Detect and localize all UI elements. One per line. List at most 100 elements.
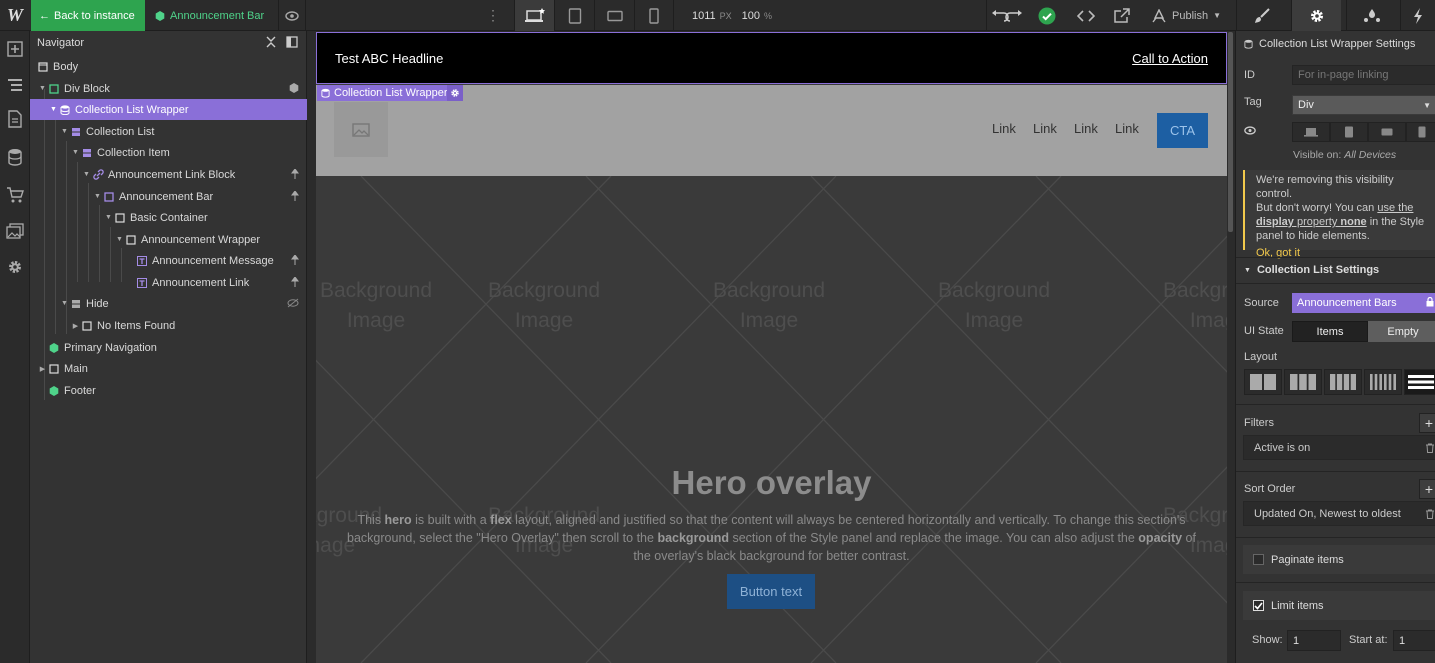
breakpoint-landscape-button[interactable] [594,0,634,31]
webflow-logo-icon[interactable]: W [0,0,30,31]
hero-heading[interactable]: Hero overlay [316,464,1227,502]
tree-item-announcement-bar[interactable]: ▼ Announcement Bar [30,186,307,207]
hero-button[interactable]: Button text [727,574,815,609]
hero-paragraph[interactable]: This hero is built with a flex layout, a… [344,511,1199,565]
tree-item-collection-item[interactable]: ▼ Collection Item [30,142,307,163]
tree-item-collection-list-wrapper[interactable]: ▼ Collection List Wrapper [30,99,307,120]
image-placeholder-icon[interactable] [334,102,388,157]
tab-lightning[interactable] [1400,0,1435,31]
assets-button[interactable] [0,217,30,245]
tree-item-div-block[interactable]: ▼ Div Block [30,78,307,99]
tree-item-primary-navigation[interactable]: Primary Navigation [30,337,307,358]
caret-down-icon[interactable]: ▼ [82,171,91,178]
tab-interactions[interactable] [1346,0,1396,31]
component-tab[interactable]: Announcement Bar [145,0,277,31]
sort-item[interactable]: Updated On, Newest to oldest [1243,501,1435,526]
nav-link[interactable]: Link [992,121,1016,136]
limit-items-row[interactable]: Limit items [1243,591,1435,620]
announcement-cta-link[interactable]: Call to Action [1132,51,1208,66]
width-value[interactable]: 1011 [692,10,716,22]
ui-state-empty-button[interactable]: Empty [1368,321,1435,342]
trash-icon[interactable] [1426,443,1434,456]
dock-panel-icon[interactable] [286,36,298,51]
caret-right-icon[interactable]: ▶ [71,322,80,330]
collapse-all-icon[interactable] [266,36,276,51]
trash-icon[interactable] [1426,509,1434,522]
tree-item-no-items-found[interactable]: ▶ No Items Found [30,315,307,336]
publish-button[interactable]: Publish ▼ [1145,0,1235,31]
layout-4-columns-button[interactable] [1324,369,1362,395]
hero-section[interactable]: Background Image Background Image Backgrou… [316,176,1227,663]
notice-link[interactable]: none [1340,216,1366,228]
back-to-instance-button[interactable]: ← Back to instance [31,0,145,31]
caret-down-icon[interactable]: ▼ [38,85,47,92]
tree-item-announcement-link-block[interactable]: ▼ Announcement Link Block [30,164,307,185]
add-element-button[interactable] [0,35,30,63]
settings-button[interactable] [0,253,30,281]
scrollbar-thumb[interactable] [1228,32,1233,232]
caret-down-icon[interactable]: ▼ [60,128,69,135]
design-canvas[interactable]: Link Link Link Link CTA Test ABC Headlin… [316,32,1227,663]
more-options-icon[interactable]: ⋮ [484,0,502,31]
breakpoint-portrait-button[interactable] [634,0,674,31]
canvas-scrollbar[interactable] [1227,32,1235,663]
tree-item-footer[interactable]: Footer [30,380,307,401]
id-input[interactable]: For in-page linking [1292,65,1435,85]
paginate-items-row[interactable]: Paginate items [1243,545,1435,574]
tree-item-announcement-wrapper[interactable]: ▼ Announcement Wrapper [30,229,307,250]
preview-eye-button[interactable] [278,0,306,31]
start-at-input[interactable]: 1 [1393,630,1435,651]
tree-item-announcement-message[interactable]: Announcement Message [30,250,307,271]
pin-icon[interactable] [291,190,299,204]
pin-icon[interactable] [291,168,299,182]
caret-down-icon[interactable]: ▼ [71,149,80,156]
ecommerce-button[interactable] [0,181,30,209]
tree-item-collection-list[interactable]: ▼ Collection List [30,121,307,142]
visibility-desktop-button[interactable] [1292,122,1330,142]
component-settings-icon[interactable] [289,83,299,96]
share-button[interactable] [1106,0,1138,31]
caret-down-icon[interactable]: ▼ [115,236,124,243]
layout-list-button[interactable] [1404,369,1435,395]
visibility-tablet-button[interactable] [1330,122,1368,142]
filter-item[interactable]: Active is on [1243,435,1435,460]
pages-button[interactable] [0,105,30,133]
code-export-button[interactable] [1070,0,1102,31]
tree-item-announcement-link[interactable]: Announcement Link [30,272,307,293]
undo-redo-buttons[interactable] [986,0,1026,31]
notice-link[interactable]: display [1256,216,1294,228]
navigator-button[interactable] [0,71,30,99]
limit-checkbox[interactable] [1253,600,1264,611]
selected-element-settings-icon[interactable] [447,85,463,101]
paginate-checkbox[interactable] [1253,554,1264,565]
tree-item-main[interactable]: ▶ Main [30,358,307,379]
tab-settings[interactable] [1291,0,1341,31]
visibility-landscape-button[interactable] [1368,122,1406,142]
nav-cta-button[interactable]: CTA [1157,113,1208,148]
breakpoint-desktop-button[interactable] [514,0,554,31]
collection-list-settings-header[interactable]: ▼ Collection List Settings [1236,258,1435,282]
caret-down-icon[interactable]: ▼ [49,106,58,113]
caret-down-icon[interactable]: ▼ [93,193,102,200]
ui-state-items-button[interactable]: Items [1292,321,1368,342]
selected-element-label[interactable]: Collection List Wrapper [317,85,452,101]
announcement-bar-preview[interactable]: Test ABC Headline Call to Action [316,32,1227,84]
add-sort-button[interactable]: + [1419,479,1435,499]
caret-down-icon[interactable]: ▼ [104,214,113,221]
add-filter-button[interactable]: + [1419,413,1435,433]
layout-3-columns-button[interactable] [1284,369,1322,395]
show-count-input[interactable]: 1 [1287,630,1341,651]
tree-item-hide[interactable]: ▼ Hide [30,293,307,314]
nav-link[interactable]: Link [1033,121,1057,136]
nav-link[interactable]: Link [1115,121,1139,136]
layout-6-columns-button[interactable] [1364,369,1402,395]
notice-link[interactable]: property [1294,216,1340,228]
eye-off-icon[interactable] [287,298,299,311]
announcement-headline[interactable]: Test ABC Headline [335,51,443,66]
tag-select[interactable]: Div ▼ [1292,95,1435,115]
tree-item-body[interactable]: Body [30,56,307,77]
status-ok-button[interactable] [1032,0,1062,31]
caret-down-icon[interactable]: ▼ [60,300,69,307]
notice-link[interactable]: use the [1377,202,1413,214]
tree-item-basic-container[interactable]: ▼ Basic Container [30,207,307,228]
